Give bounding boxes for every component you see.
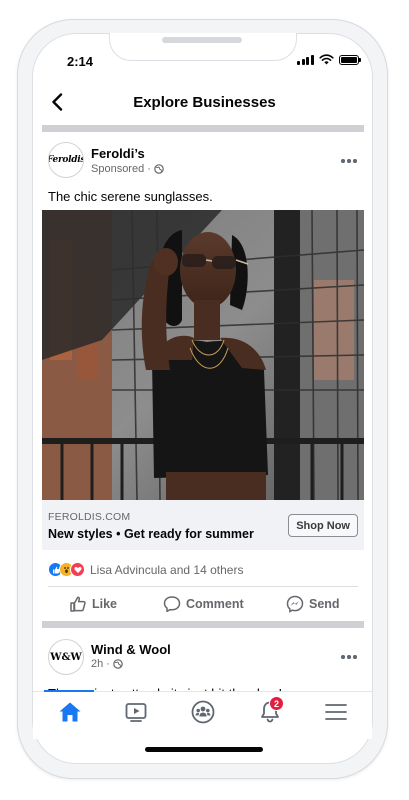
post-caption: The chic serene sunglasses. [48,189,213,204]
globe-icon [154,164,164,174]
back-button[interactable] [46,91,68,113]
post-page-name[interactable]: Feroldi’s [91,146,145,161]
page-avatar-feroldis[interactable]: Feroldis [48,142,84,178]
link-title: New styles • Get ready for summer [48,527,254,541]
link-preview[interactable]: FEROLDIS.COM New styles • Get ready for … [42,500,364,550]
post-separator [42,621,364,628]
wifi-icon [318,54,334,65]
page-title: Explore Businesses [133,94,276,111]
post-meta: 2h · [91,658,123,670]
avatar-logo-text: Feroldis [48,155,84,165]
reactions-text: Lisa Advincula and 14 others [90,562,244,577]
avatar-logo-text: W&W [50,651,82,663]
battery-icon [338,54,361,65]
status-icons [297,54,361,65]
love-reaction-icon [70,562,85,577]
menu-icon [325,704,347,720]
post-meta: Sponsored · [91,163,164,175]
sponsored-label: Sponsored · [91,163,151,175]
groups-icon [191,700,215,724]
ad-image[interactable] [42,210,364,500]
chevron-left-icon [52,93,63,111]
section-divider [42,125,364,132]
thumbs-up-icon [70,596,86,612]
actions-divider [48,586,358,587]
post-time: 2h · [91,658,110,670]
link-domain: FEROLDIS.COM [48,511,131,523]
comment-button[interactable]: Comment [163,595,244,613]
send-button[interactable]: Send [286,595,340,613]
home-icon [59,702,81,722]
globe-icon [113,659,123,669]
tab-groups[interactable] [188,698,218,726]
comment-icon [163,596,181,613]
shop-now-button[interactable]: Shop Now [288,514,358,537]
more-options-button[interactable] [339,154,359,168]
post-page-name[interactable]: Wind & Wool [91,642,171,657]
comment-label: Comment [186,597,244,611]
status-time: 2:14 [67,54,94,69]
signal-icon [297,54,314,65]
like-button[interactable]: Like [69,595,117,613]
active-tab-indicator [44,690,94,692]
ad-photo-illustration [42,210,364,500]
page-avatar-wind-wool[interactable]: W&W [48,639,84,675]
phone-speaker [162,37,242,43]
messenger-icon [286,595,304,613]
tab-video[interactable] [121,698,151,726]
home-indicator [145,747,263,752]
video-icon [125,703,147,722]
tab-menu[interactable] [321,698,351,726]
send-label: Send [309,597,340,611]
more-options-button[interactable] [339,650,359,664]
tab-home[interactable] [55,698,85,726]
like-label: Like [92,597,118,611]
notifications-badge: 2 [269,696,284,711]
reactions-summary[interactable]: Lisa Advincula and 14 others [48,562,243,577]
